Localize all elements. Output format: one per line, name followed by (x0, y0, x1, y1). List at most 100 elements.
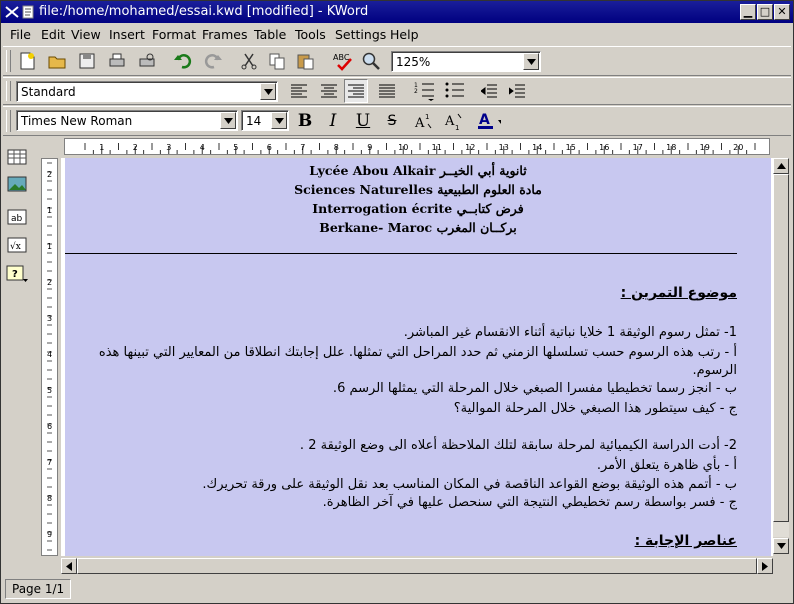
paste-icon[interactable] (293, 49, 317, 73)
menu-table[interactable]: Table (254, 27, 286, 42)
horizontal-scrollbar[interactable] (61, 558, 773, 574)
paragraph-1: 1- تمثل رسوم الوثيقة 1 خلايا نباتية أثنا… (403, 325, 737, 340)
menu-file[interactable]: File (10, 27, 31, 42)
ruler-label: 15 (566, 143, 576, 152)
minimize-button[interactable]: ▁ (740, 4, 756, 20)
svg-text:2: 2 (414, 88, 418, 95)
chevron-down-icon[interactable] (260, 83, 276, 100)
scroll-right-icon[interactable] (757, 558, 773, 574)
toolbar-grip[interactable] (6, 81, 11, 101)
ruler-label: 2 (133, 143, 138, 152)
insert-picture-icon[interactable] (5, 172, 29, 196)
menu-frames[interactable]: Frames (202, 27, 247, 42)
vertical-ruler[interactable]: 2 1 1 2 3 4 5 6 7 8 9 (41, 158, 58, 556)
vruler-ticks: 2 1 1 2 3 4 5 6 7 8 9 (47, 162, 52, 551)
vruler-label: 4 (47, 350, 52, 359)
style-select[interactable]: Standard (16, 81, 278, 102)
align-justify-icon[interactable] (375, 79, 399, 103)
title-bar[interactable]: file:/home/mohamed/essai.kwd [modified] … (1, 1, 793, 23)
menu-settings[interactable]: Settings (335, 27, 386, 42)
underline-button[interactable]: U (351, 110, 375, 132)
hscroll-thumb[interactable] (77, 558, 757, 574)
print-icon[interactable] (105, 49, 129, 73)
zoom-value: 125% (396, 55, 431, 69)
close-button[interactable]: ✕ (774, 4, 790, 20)
insert-formula-icon[interactable]: √x (5, 233, 29, 257)
scroll-left-icon[interactable] (61, 558, 77, 574)
menu-tools[interactable]: Tools (295, 27, 326, 42)
scroll-up-icon[interactable] (773, 158, 789, 174)
increase-indent-icon[interactable] (505, 79, 529, 103)
insert-text-frame-icon[interactable]: ab (5, 205, 29, 229)
open-icon[interactable] (45, 49, 69, 73)
superscript-icon[interactable]: A1 (413, 109, 437, 133)
align-left-icon[interactable] (287, 79, 311, 103)
copy-icon[interactable] (265, 49, 289, 73)
window-menu-icon[interactable] (4, 4, 20, 20)
svg-text:?: ? (12, 269, 18, 280)
document-page[interactable]: Lycée Abou Alkair ثانوية أبي الخيــر Sci… (65, 158, 771, 556)
ruler-label: 7 (300, 143, 305, 152)
decrease-indent-icon[interactable] (477, 79, 501, 103)
ruler-label: 9 (367, 143, 372, 152)
vertical-scrollbar[interactable] (773, 141, 789, 571)
vruler-label: 3 (47, 314, 52, 323)
menu-format[interactable]: Format (152, 27, 196, 42)
spellcheck-icon[interactable]: ABC (331, 49, 355, 73)
insert-part-icon[interactable]: ? (5, 262, 29, 286)
answers-title: عناصر الإجابة : (634, 533, 737, 549)
align-right-icon[interactable] (344, 79, 368, 103)
font-size-select[interactable]: 14 (241, 110, 289, 131)
cut-icon[interactable] (237, 49, 261, 73)
numbered-list-icon[interactable]: 12 (413, 79, 437, 103)
undo-icon[interactable] (171, 49, 195, 73)
menu-edit[interactable]: Edit (41, 27, 65, 42)
strikethrough-button[interactable]: S (380, 110, 404, 132)
window-title: file:/home/mohamed/essai.kwd [modified] … (39, 4, 369, 19)
subscript-icon[interactable]: A1 (443, 109, 467, 133)
scroll-down-icon[interactable] (773, 538, 789, 554)
toolbar-grip[interactable] (6, 110, 11, 132)
ruler-label: 20 (733, 143, 743, 152)
save-icon[interactable] (75, 49, 99, 73)
chevron-down-icon[interactable] (523, 53, 539, 70)
exercise-title: موضوع التمرين : (620, 285, 737, 301)
ruler-label: 8 (334, 143, 339, 152)
toolbar-grip[interactable] (6, 50, 11, 72)
new-icon[interactable] (15, 49, 39, 73)
redo-icon[interactable] (201, 49, 225, 73)
menu-view[interactable]: View (71, 27, 101, 42)
svg-text:1: 1 (425, 113, 429, 121)
maximize-button[interactable]: □ (757, 4, 773, 20)
vruler-label: 2 (47, 278, 52, 287)
insert-table-icon[interactable] (5, 145, 29, 169)
align-center-icon[interactable] (317, 79, 341, 103)
text-color-icon[interactable]: A (477, 109, 501, 133)
font-family-select[interactable]: Times New Roman (16, 110, 238, 131)
italic-button[interactable]: I (321, 110, 345, 132)
svg-text:√x: √x (10, 241, 21, 252)
zoom-icon[interactable] (359, 49, 383, 73)
ruler-label: 10 (398, 143, 408, 152)
ruler-label: 18 (666, 143, 676, 152)
bold-button[interactable]: B (293, 110, 317, 132)
print-preview-icon[interactable] (135, 49, 159, 73)
bullet-list-icon[interactable] (443, 79, 467, 103)
horizontal-ruler[interactable]: 1 2 3 4 5 6 7 8 9 10 11 12 13 14 15 16 17 18 19 20 (64, 138, 770, 155)
ruler-label: 14 (532, 143, 542, 152)
menu-help[interactable]: Help (390, 27, 419, 42)
zoom-select[interactable]: 125% (391, 51, 541, 72)
paragraph-4: ج - كيف سيتطور هذا الصبغي خلال المرحلة ا… (453, 401, 737, 416)
svg-text:A: A (479, 112, 490, 128)
menu-insert[interactable]: Insert (109, 27, 145, 42)
scroll-thumb[interactable] (773, 174, 789, 522)
main-toolbar: ABC 125% (3, 46, 791, 76)
chevron-down-icon[interactable] (271, 112, 287, 129)
page-indicator: Page 1/1 (5, 579, 71, 599)
chevron-down-icon[interactable] (220, 112, 236, 129)
style-value: Standard (21, 85, 76, 99)
ruler-label: 13 (499, 143, 509, 152)
ruler-label: 12 (465, 143, 475, 152)
font-family-value: Times New Roman (21, 114, 133, 128)
header-line-4: Berkane- Maroc بركــان المغرب (319, 220, 517, 235)
